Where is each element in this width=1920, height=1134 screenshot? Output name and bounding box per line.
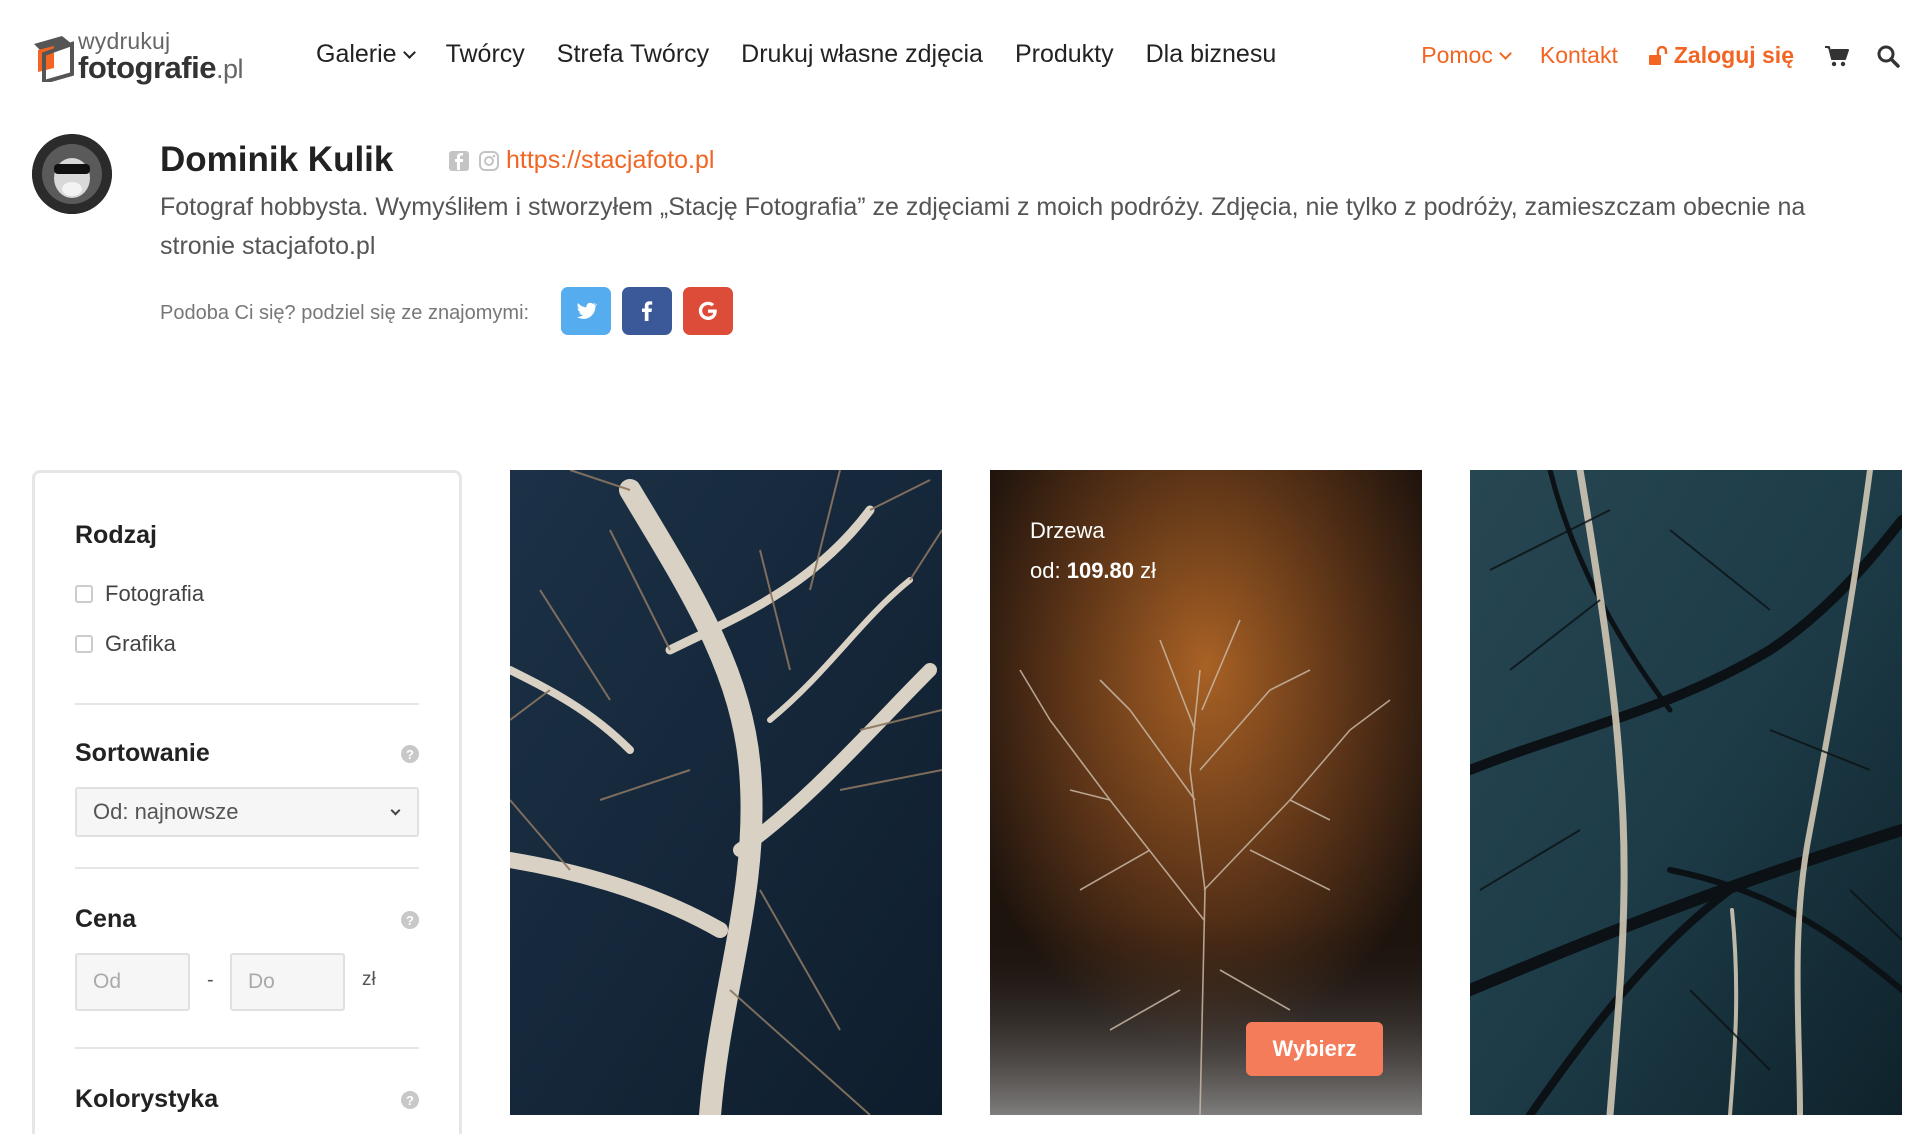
filters-sidebar: Rodzaj Fotografia Grafika Sortowanie ? O… bbox=[32, 470, 462, 1134]
filter-type-graphic[interactable]: Grafika bbox=[75, 631, 176, 657]
sort-select[interactable]: Od: najnowsze bbox=[75, 787, 419, 837]
user-nav: Pomoc Kontakt Zaloguj się bbox=[1421, 42, 1920, 69]
facebook-icon[interactable] bbox=[448, 150, 470, 172]
nav-item-strefa-tworcy[interactable]: Strefa Twórcy bbox=[557, 40, 709, 69]
photo-card[interactable] bbox=[510, 470, 942, 1115]
avatar bbox=[32, 134, 112, 214]
main-nav: Galerie Twórcy Strefa Twórcy Drukuj włas… bbox=[316, 40, 1308, 69]
photo-image bbox=[510, 470, 942, 1115]
checkbox[interactable] bbox=[75, 585, 93, 603]
photo-card[interactable] bbox=[1470, 470, 1902, 1115]
site-logo[interactable]: wydrukuj fotografie.pl bbox=[32, 28, 252, 86]
logo-icon bbox=[34, 36, 74, 82]
help-icon[interactable]: ? bbox=[401, 745, 419, 763]
chevron-down-icon bbox=[1498, 47, 1512, 60]
filter-type-title: Rodzaj bbox=[75, 521, 157, 549]
photo-price: od: 109.80 zł bbox=[1030, 558, 1157, 583]
choose-button[interactable]: Wybierz bbox=[1246, 1022, 1383, 1076]
twitter-icon bbox=[576, 302, 598, 319]
photo-card-highlighted[interactable]: Drzewa od: 109.80 zł Wybierz bbox=[990, 470, 1422, 1115]
price-from-input[interactable]: Od bbox=[75, 953, 190, 1011]
price-separator: - bbox=[207, 969, 214, 991]
divider bbox=[75, 703, 419, 705]
nav-item-drukuj[interactable]: Drukuj własne zdjęcia bbox=[741, 40, 983, 69]
divider bbox=[75, 867, 419, 869]
share-google-button[interactable] bbox=[683, 287, 733, 335]
photo-title: Drzewa bbox=[1030, 518, 1105, 543]
nav-item-tworcy[interactable]: Twórcy bbox=[446, 40, 525, 69]
price-to-input[interactable]: Do bbox=[230, 953, 345, 1011]
price-currency: zł bbox=[362, 969, 376, 990]
filter-price-title: Cena bbox=[75, 905, 137, 933]
site-header: wydrukuj fotografie.pl Galerie Twórcy St… bbox=[0, 0, 1920, 118]
creator-name: Dominik Kulik bbox=[160, 140, 394, 179]
share-label: Podoba Ci się? podziel się ze znajomymi: bbox=[160, 302, 530, 324]
nav-item-galerie[interactable]: Galerie bbox=[316, 40, 416, 69]
filter-type-photo[interactable]: Fotografia bbox=[75, 581, 204, 607]
photo-image bbox=[1470, 470, 1902, 1115]
divider bbox=[75, 1047, 419, 1049]
creator-bio: Fotograf hobbysta. Wymyśliłem i stworzył… bbox=[160, 193, 1806, 260]
chevron-down-icon bbox=[390, 805, 401, 816]
help-icon[interactable]: ? bbox=[401, 911, 419, 929]
help-menu[interactable]: Pomoc bbox=[1421, 42, 1512, 69]
contact-link[interactable]: Kontakt bbox=[1540, 42, 1618, 69]
checkbox[interactable] bbox=[75, 635, 93, 653]
search-icon[interactable] bbox=[1876, 44, 1900, 68]
checkbox-label: Fotografia bbox=[105, 581, 205, 606]
nav-item-dla-biznesu[interactable]: Dla biznesu bbox=[1146, 40, 1277, 69]
nav-item-produkty[interactable]: Produkty bbox=[1015, 40, 1114, 69]
unlock-icon bbox=[1648, 45, 1668, 65]
facebook-icon bbox=[642, 301, 653, 321]
creator-social-links bbox=[448, 150, 500, 172]
creator-website-link[interactable]: https://stacjafoto.pl bbox=[506, 146, 714, 175]
google-icon bbox=[698, 301, 717, 320]
share-facebook-button[interactable] bbox=[622, 287, 672, 335]
instagram-icon[interactable] bbox=[478, 150, 500, 172]
help-icon[interactable]: ? bbox=[401, 1091, 419, 1109]
filter-color-title: Kolorystyka bbox=[75, 1085, 219, 1113]
checkbox-label: Grafika bbox=[105, 631, 176, 656]
login-link[interactable]: Zaloguj się bbox=[1648, 42, 1794, 69]
cart-icon[interactable] bbox=[1824, 44, 1850, 68]
share-buttons bbox=[561, 287, 733, 335]
logo-text-bottom: fotografie.pl bbox=[78, 50, 243, 85]
filter-sort-title: Sortowanie bbox=[75, 739, 210, 767]
share-twitter-button[interactable] bbox=[561, 287, 611, 335]
chevron-down-icon bbox=[402, 46, 416, 59]
